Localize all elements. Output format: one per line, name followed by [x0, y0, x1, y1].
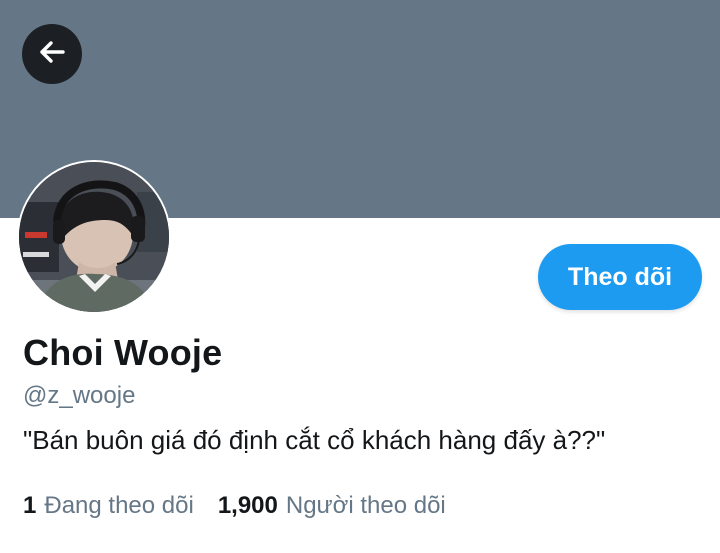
followers-count: 1,900 [217, 492, 278, 519]
arrow-left-icon [37, 37, 67, 72]
follow-button[interactable]: Theo dõi [538, 244, 702, 310]
user-handle: @z_wooje [23, 382, 136, 409]
profile-bio: "Bán buôn giá đó định cắt cổ khách hàng … [23, 425, 606, 455]
followers-stat[interactable]: 1,900 Người theo dõi [218, 492, 470, 520]
back-button[interactable] [22, 24, 82, 84]
avatar-image [19, 162, 169, 312]
following-count: 1 [23, 492, 37, 519]
following-label: Đang theo dõi [44, 492, 194, 519]
avatar[interactable] [17, 160, 171, 314]
display-name: Choi Wooje [23, 332, 223, 373]
following-stat[interactable]: 1 Đang theo dõi [23, 492, 218, 520]
profile-stats: 1 Đang theo dõi 1,900 Người theo dõi [23, 492, 470, 520]
followers-label: Người theo dõi [285, 492, 446, 519]
